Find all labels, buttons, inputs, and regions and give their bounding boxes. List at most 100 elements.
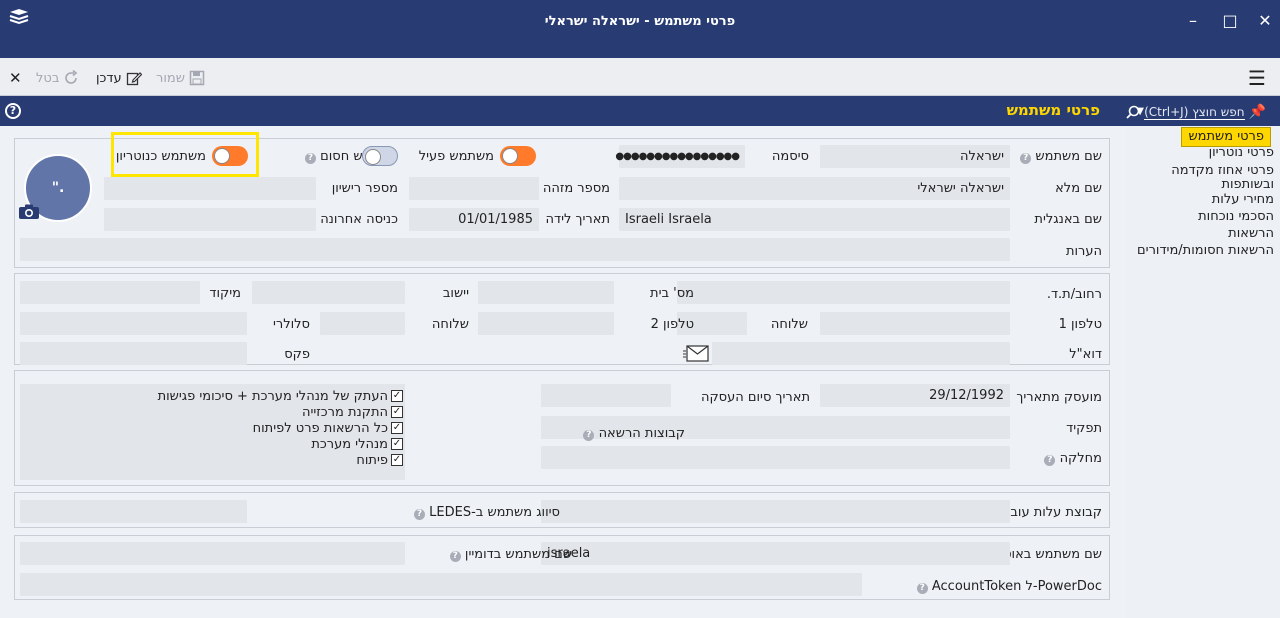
edit-button[interactable]: עדכן (96, 68, 142, 88)
email-field[interactable] (712, 342, 1010, 365)
employed-from-field[interactable]: 29/12/1992 (820, 384, 1010, 407)
edit-label: עדכן (96, 70, 122, 86)
phone2-field[interactable] (478, 312, 614, 335)
header-bar: ? פרטי משתמש ▼ 📌 חפש חוצץ (Ctrl+J) (0, 96, 1280, 126)
password-label: סיסמה (771, 149, 809, 164)
birthdate-field[interactable]: 01/01/1985 (409, 208, 539, 231)
house-number-field[interactable] (478, 281, 614, 304)
outlook-user-field[interactable]: israela (541, 542, 1010, 565)
page-title: פרטי משתמש (1006, 101, 1100, 119)
permission-groups-label: קבוצות הרשאה ? (583, 426, 685, 441)
sidebar-item-advance[interactable]: פרטי אחוז מקדמה ובשותפות (1134, 164, 1274, 192)
ledes-field[interactable] (20, 500, 247, 523)
street-field[interactable] (677, 281, 1010, 304)
id-number-label: מספר מזהה (542, 181, 610, 196)
department-field[interactable] (541, 446, 1010, 469)
phone1-label: טלפון 1 (1058, 317, 1102, 332)
help-icon[interactable]: ? (414, 509, 426, 520)
sidebar-item-user-details[interactable]: פרטי משתמש (1181, 127, 1271, 147)
license-number-field[interactable] (104, 177, 316, 200)
list-item[interactable]: ✓ מנהלי מערכת (158, 436, 403, 452)
notes-label: הערות (1065, 244, 1102, 259)
domain-user-field[interactable] (20, 542, 405, 565)
end-date-field[interactable] (541, 384, 671, 407)
hamburger-menu-icon[interactable]: ☰ (1248, 66, 1266, 90)
last-login-field (104, 208, 316, 231)
checkbox-checked-icon[interactable]: ✓ (391, 390, 403, 402)
cancel-label: בטל (36, 70, 60, 86)
id-number-field[interactable] (409, 177, 539, 200)
email-label: דוא"ל (1069, 347, 1102, 362)
maximize-icon[interactable]: □ (1219, 10, 1241, 32)
role-label: תפקיד (1066, 421, 1102, 436)
help-icon[interactable]: ? (583, 430, 595, 441)
tab-search-input[interactable]: חפש חוצץ (Ctrl+J) (1144, 105, 1245, 120)
fax-label: פקס (284, 347, 310, 362)
fullname-field[interactable]: ישראלה ישראלי (619, 177, 1010, 200)
extension2-field[interactable] (320, 312, 405, 335)
save-icon (189, 70, 205, 86)
employed-from-label: מועסק מתאריך (1016, 390, 1102, 405)
city-label: יישוב (442, 286, 469, 301)
help-icon[interactable]: ? (449, 551, 461, 562)
pin-icon[interactable]: 📌 (1249, 104, 1266, 120)
sidebar-item-blocked-permissions[interactable]: הרשאות חסומות/מידורים (1137, 244, 1274, 258)
list-item[interactable]: ✓ העתק של מנהלי מערכת + סיכומי פגישות (158, 388, 403, 404)
sidebar: פרטי משתמש פרטי נוטריון פרטי אחוז מקדמה … (1126, 126, 1280, 618)
camera-icon[interactable] (18, 204, 40, 220)
english-name-field[interactable]: Israeli Israela (619, 208, 1010, 231)
help-icon[interactable]: ? (305, 153, 316, 164)
mobile-field[interactable] (20, 312, 247, 335)
username-field[interactable]: ישראלה (820, 145, 1010, 168)
help-icon[interactable]: ? (5, 103, 21, 119)
cancel-button[interactable]: בטל (36, 68, 79, 88)
permission-groups-list: ✓ העתק של מנהלי מערכת + סיכומי פגישות ✓ הת… (158, 388, 403, 468)
ledes-label: סיווג משתמש ב-LEDES ? (414, 505, 560, 520)
window-title: פרטי משתמש - ישראלה ישראלי (544, 14, 736, 29)
close-icon[interactable]: ✕ (9, 68, 22, 88)
zip-field[interactable] (20, 281, 200, 304)
phone1-field[interactable] (820, 312, 1010, 335)
notes-field[interactable] (20, 238, 1010, 261)
minimize-icon[interactable]: – (1182, 10, 1204, 32)
mail-icon[interactable] (683, 345, 709, 362)
list-item[interactable]: ✓ התקנת מרכזייה (158, 404, 403, 420)
password-field[interactable]: ●●●●●●●●●●●●●●●● (615, 145, 745, 168)
phone2-label: טלפון 2 (650, 317, 694, 332)
help-icon[interactable]: ? (1044, 455, 1056, 466)
sidebar-item-notary[interactable]: פרטי נוטריון (1209, 146, 1274, 160)
list-item[interactable]: ✓ פיתוח (158, 452, 403, 468)
sidebar-item-costs[interactable]: מחירי עלות (1212, 193, 1274, 207)
search-icon (1126, 105, 1140, 119)
city-field[interactable] (252, 281, 405, 304)
cost-group-field[interactable] (541, 500, 1010, 523)
save-button[interactable]: שמור (156, 68, 205, 88)
checkbox-checked-icon[interactable]: ✓ (391, 454, 403, 466)
sidebar-item-attendance[interactable]: הסכמי נוכחות (1198, 210, 1274, 224)
powerdoc-token-field[interactable] (20, 573, 862, 596)
checkbox-checked-icon[interactable]: ✓ (391, 438, 403, 450)
fax-field[interactable] (20, 342, 247, 365)
close-window-icon[interactable]: ✕ (1254, 10, 1276, 32)
active-user-toggle[interactable] (500, 146, 536, 166)
list-item[interactable]: ✓ כל הרשאות פרט לפיתוח (158, 420, 403, 436)
checkbox-checked-icon[interactable]: ✓ (391, 406, 403, 418)
birthdate-label: תאריך לידה (545, 212, 610, 227)
sidebar-item-permissions[interactable]: הרשאות (1228, 227, 1274, 241)
mobile-label: סלולרי (272, 317, 310, 332)
end-date-label: תאריך סיום העסקה (700, 390, 810, 405)
powerdoc-token-label: PowerDoc-ל AccountToken ? (916, 579, 1102, 594)
blocked-user-toggle[interactable] (362, 146, 398, 166)
help-icon[interactable]: ? (916, 583, 928, 594)
checkbox-checked-icon[interactable]: ✓ (391, 422, 403, 434)
tab-search[interactable]: 📌 חפש חוצץ (Ctrl+J) (1126, 102, 1266, 122)
english-name-label: שם באנגלית (1034, 212, 1102, 227)
username-label: שם משתמש ? (1020, 149, 1102, 164)
fullname-label: שם מלא (1055, 181, 1102, 196)
save-label: שמור (156, 70, 185, 86)
highlight-box (111, 132, 259, 177)
extension2-label: שלוחה (431, 317, 469, 332)
street-label: רחוב/ת.ד. (1046, 287, 1102, 302)
edit-icon (126, 72, 142, 86)
help-icon[interactable]: ? (1020, 153, 1032, 164)
